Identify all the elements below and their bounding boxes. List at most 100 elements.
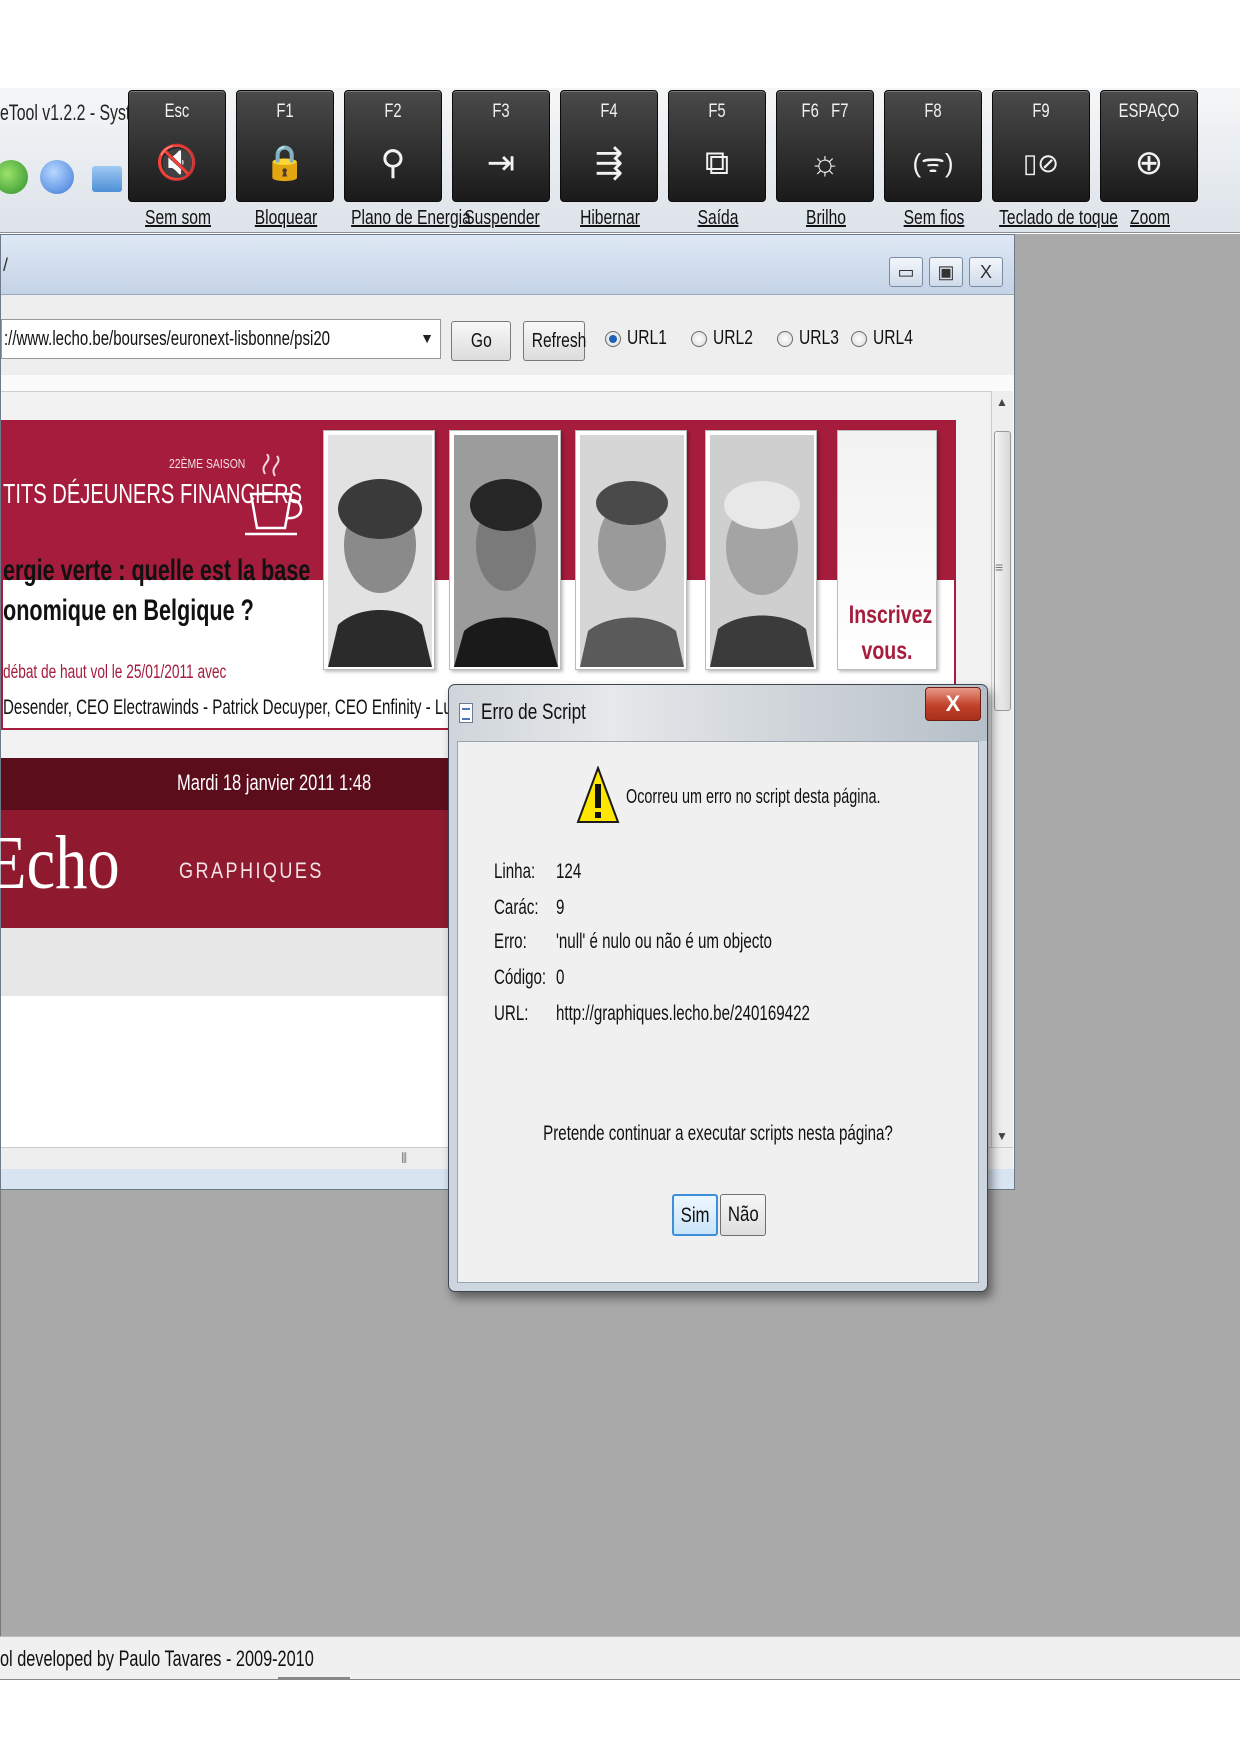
minimize-button[interactable]: ▭ bbox=[889, 257, 923, 287]
portrait-photo-icon bbox=[328, 435, 432, 667]
detail-key: Erro: bbox=[494, 930, 527, 953]
fn-key-caption: Plano de Energia bbox=[351, 207, 471, 229]
maximize-button[interactable]: ▣ bbox=[929, 257, 963, 287]
lock-icon: 🔒 bbox=[263, 144, 307, 182]
echo-date: Mardi 18 janvier 2011 1:48 bbox=[177, 770, 372, 795]
dialog-message: Ocorreu um erro no script desta página. bbox=[626, 786, 881, 808]
brightness-icon: ☼ bbox=[809, 144, 841, 182]
coffee-cup-icon bbox=[245, 454, 303, 536]
dialog-title: Erro de Script bbox=[481, 699, 586, 724]
radio-label: URL4 bbox=[873, 327, 913, 349]
scroll-grip-icon: ⦀ bbox=[401, 1150, 408, 1166]
radio-button[interactable] bbox=[605, 331, 621, 347]
yes-button-label: Sim bbox=[680, 1204, 710, 1227]
radio-label: URL1 bbox=[627, 327, 667, 349]
fn-key-label: F4 bbox=[600, 101, 618, 122]
fn-key-f1[interactable]: F1 🔒 Bloquear bbox=[236, 90, 334, 229]
fn-key-caption: Sem fios bbox=[903, 207, 965, 229]
banner-speakers: Desender, CEO Electrawinds - Patrick Dec… bbox=[3, 696, 483, 719]
echo-section-title: GRAPHIQUES bbox=[179, 858, 324, 883]
chevron-down-icon[interactable]: ▼ bbox=[420, 330, 434, 346]
scroll-up-icon[interactable]: ▲ bbox=[996, 395, 1008, 409]
fn-key-caption: Sem som bbox=[145, 207, 211, 229]
window-titlebar[interactable]: / ▭ ▣ X bbox=[1, 235, 1014, 295]
detail-key: Linha: bbox=[494, 860, 536, 883]
dialog-close-button[interactable]: X bbox=[925, 687, 981, 721]
address-toolbar: ://www.lecho.be/bourses/euronext-lisbonn… bbox=[1, 295, 1014, 375]
banner-title-line2: onomique en Belgique ? bbox=[3, 594, 254, 627]
detail-value: 'null' é nulo ou não é um objecto bbox=[556, 930, 772, 953]
window-close-button[interactable]: X bbox=[969, 257, 1003, 287]
radio-url1[interactable]: URL1 bbox=[605, 327, 675, 353]
url-input[interactable]: ://www.lecho.be/bourses/euronext-lisbonn… bbox=[4, 328, 330, 351]
go-button[interactable]: Go bbox=[451, 321, 511, 361]
fn-key-esc[interactable]: Esc 🔇 Sem som bbox=[128, 90, 226, 229]
users-icon[interactable] bbox=[40, 160, 74, 194]
detail-key: Carác: bbox=[494, 896, 539, 919]
yes-button[interactable]: Sim bbox=[672, 1194, 718, 1236]
detail-value: 9 bbox=[556, 896, 565, 919]
radio-button[interactable] bbox=[691, 331, 707, 347]
fn-key-label: F5 bbox=[708, 101, 726, 122]
document-icon bbox=[459, 703, 473, 723]
register-link[interactable]: Inscrivez vous. bbox=[849, 597, 932, 669]
detail-value: 124 bbox=[556, 860, 582, 883]
fn-key-f8[interactable]: F8 (ᯤ) Sem fios bbox=[884, 90, 982, 229]
portrait-photo-icon bbox=[454, 435, 558, 667]
echo-logo[interactable]: Echo bbox=[0, 820, 120, 907]
screenshot-page: eTool v1.2.2 - System Esc 🔇 Sem som F1 🔒… bbox=[0, 0, 1240, 1754]
detail-key: Código: bbox=[494, 966, 547, 989]
detail-value: 0 bbox=[556, 966, 565, 989]
url-combobox[interactable]: ://www.lecho.be/bourses/euronext-lisbonn… bbox=[1, 319, 441, 359]
speaker-portrait bbox=[575, 430, 687, 670]
fn-key-space[interactable]: ESPAÇO ⊕ Zoom bbox=[1100, 90, 1198, 229]
radio-button[interactable] bbox=[777, 331, 793, 347]
scroll-down-icon[interactable]: ▼ bbox=[996, 1129, 1008, 1143]
radio-button[interactable] bbox=[851, 331, 867, 347]
touchpad-icon: ▯⊘ bbox=[1022, 148, 1060, 178]
fn-key-f9[interactable]: F9 ▯⊘ Teclado de toque bbox=[992, 90, 1118, 229]
fn-key-label: F9 bbox=[1032, 101, 1050, 122]
radio-url3[interactable]: URL3 bbox=[777, 327, 847, 353]
fn-key-label: Esc bbox=[164, 101, 190, 122]
dialog-titlebar[interactable]: Erro de Script X bbox=[449, 685, 987, 741]
refresh-button[interactable]: Refresh bbox=[523, 321, 587, 361]
no-button[interactable]: Não bbox=[720, 1194, 766, 1236]
radio-url4[interactable]: URL4 bbox=[851, 327, 921, 353]
fn-key-f6-f7[interactable]: F6 F7 ☼ Brilho bbox=[776, 90, 874, 229]
window-title: / bbox=[3, 255, 9, 275]
vertical-scrollbar[interactable]: ▲ ≡ ▼ bbox=[991, 391, 1013, 1147]
fn-key-f2[interactable]: F2 ⚲ Plano de Energia bbox=[344, 90, 471, 229]
register-card[interactable]: Inscrivez vous. bbox=[837, 430, 937, 670]
refresh-button-label: Refresh bbox=[531, 330, 587, 352]
fn-key-label: F1 bbox=[276, 101, 294, 122]
power-plan-icon: ⚲ bbox=[380, 144, 406, 182]
display-output-icon: ⧉ bbox=[704, 144, 730, 182]
dialog-body: Ocorreu um erro no script desta página. … bbox=[457, 741, 979, 1283]
speaker-portrait bbox=[449, 430, 561, 670]
banner-debate-date: débat de haut vol le 25/01/2011 avec bbox=[3, 662, 227, 683]
fn-key-f5[interactable]: F5 ⧉ Saída bbox=[668, 90, 766, 229]
zoom-icon: ⊕ bbox=[1134, 144, 1164, 182]
folder-icon[interactable] bbox=[92, 166, 122, 192]
radio-url2[interactable]: URL2 bbox=[691, 327, 761, 353]
detail-value: http://graphiques.lecho.be/240169422 bbox=[556, 1002, 810, 1025]
echo-date-bar: Mardi 18 janvier 2011 1:48 bbox=[1, 758, 449, 810]
dialog-question: Pretende continuar a executar scripts ne… bbox=[543, 1122, 893, 1145]
echo-header: Echo GRAPHIQUES bbox=[0, 810, 449, 928]
fn-key-caption: Teclado de toque bbox=[999, 207, 1118, 229]
fn-key-f4[interactable]: F4 ⇶ Hibernar bbox=[560, 90, 658, 229]
fn-key-label: ESPAÇO bbox=[1118, 101, 1180, 122]
function-key-bar: Esc 🔇 Sem som F1 🔒 Bloquear F2 ⚲ Plano d… bbox=[128, 90, 1240, 234]
fn-key-caption: Suspender bbox=[464, 207, 540, 229]
echo-subbar bbox=[1, 928, 449, 996]
fn-key-caption: Hibernar bbox=[580, 207, 640, 229]
radio-label: URL2 bbox=[713, 327, 753, 349]
fn-key-label: F8 bbox=[924, 101, 942, 122]
status-text: ol developed by Paulo Tavares - 2009-201… bbox=[0, 1646, 314, 1671]
fn-key-f3[interactable]: F3 ⇥ Suspender bbox=[452, 90, 550, 229]
fn-key-caption: Bloquear bbox=[254, 207, 318, 229]
wireless-icon: (ᯤ) bbox=[912, 148, 954, 178]
mute-icon: 🔇 bbox=[155, 144, 199, 182]
fn-key-caption: Brilho bbox=[806, 207, 846, 229]
